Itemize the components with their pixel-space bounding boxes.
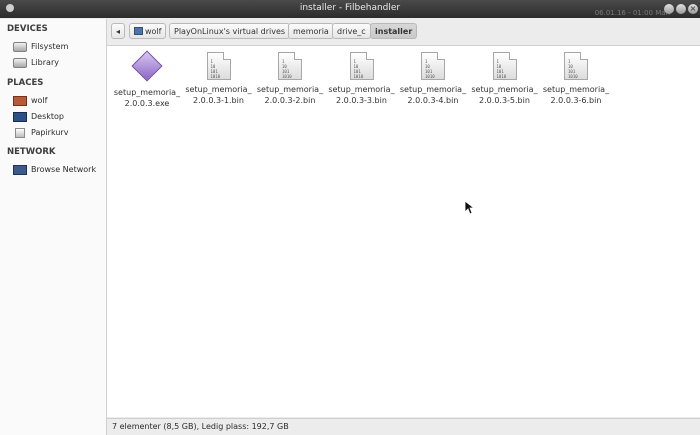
binary-file-icon: 1 10 101 1010 xyxy=(277,52,303,80)
title-bar[interactable]: installer - Filbehandler 06.01.16 - 01:0… xyxy=(0,0,700,18)
file-name-line1: setup_memoria_ xyxy=(542,85,610,94)
file-name-line1: setup_memoria_ xyxy=(113,88,181,97)
file-item[interactable]: 1 10 101 1010 setup_memoria_ 2.0.0.3-1.bin xyxy=(184,52,254,106)
devices-header: DEVICES xyxy=(7,24,48,34)
sidebar: DEVICES Filsystem Library PLACES wolf De… xyxy=(0,19,107,435)
exe-icon xyxy=(131,50,163,83)
home-icon xyxy=(134,27,143,35)
network-icon xyxy=(13,165,27,175)
breadcrumb-wolf[interactable]: wolf xyxy=(129,23,167,39)
sidebar-item-wolf[interactable]: wolf xyxy=(13,94,105,108)
binary-file-icon: 1 10 101 1010 xyxy=(349,52,375,80)
file-manager-window: installer - Filbehandler 06.01.16 - 01:0… xyxy=(0,0,700,435)
file-name-line1: setup_memoria_ xyxy=(185,85,252,94)
file-name-line2: 2.0.0.3-6.bin xyxy=(550,96,602,105)
desktop-icon xyxy=(13,112,27,122)
file-name-line2: 2.0.0.3-5.bin xyxy=(479,96,530,105)
sidebar-item-desktop[interactable]: Desktop xyxy=(13,110,105,124)
file-item[interactable]: 1 10 101 1010 setup_memoria_ 2.0.0.3-2.bin xyxy=(255,52,325,106)
panel-clock: 06.01.16 - 01:00 Man xyxy=(594,9,670,17)
file-name-line1: setup_memoria_ xyxy=(399,85,467,94)
home-folder-icon xyxy=(13,96,27,106)
file-name-line2: 2.0.0.3-2.bin xyxy=(264,96,316,105)
file-name-line2: 2.0.0.3-1.bin xyxy=(193,96,244,105)
breadcrumb-drive-c[interactable]: drive_c xyxy=(332,23,371,39)
file-item[interactable]: 1 10 101 1010 setup_memoria_ 2.0.0.3-5.bin xyxy=(470,52,540,106)
back-button[interactable]: ◂ xyxy=(111,23,125,39)
file-item[interactable]: 1 10 101 1010 setup_memoria_ 2.0.0.3-6.bin xyxy=(541,52,611,106)
binary-file-icon: 1 10 101 1010 xyxy=(563,52,589,80)
file-name-line2: 2.0.0.3-4.bin xyxy=(407,96,459,105)
sidebar-item-papirkurv[interactable]: Papirkurv xyxy=(13,126,105,140)
status-bar: 7 elementer (8,5 GB), Ledig plass: 192,7… xyxy=(107,418,700,435)
maximize-icon[interactable] xyxy=(676,4,686,14)
minimize-icon[interactable] xyxy=(664,4,674,14)
binary-file-icon: 1 10 101 1010 xyxy=(492,52,518,80)
places-header: PLACES xyxy=(7,78,44,88)
close-icon[interactable]: × xyxy=(688,4,698,14)
binary-file-icon: 1 10 101 1010 xyxy=(420,52,446,80)
breadcrumb-playonlinux[interactable]: PlayOnLinux's virtual drives xyxy=(169,23,291,39)
file-name-line1: setup_memoria_ xyxy=(471,85,538,94)
sidebar-item-filsystem[interactable]: Filsystem xyxy=(13,40,105,54)
binary-file-icon: 1 10 101 1010 xyxy=(206,52,232,80)
file-view[interactable]: setup_memoria_ 2.0.0.3.exe 1 10 101 1010 se… xyxy=(107,46,700,417)
drive-icon xyxy=(13,42,27,52)
file-item[interactable]: setup_memoria_ 2.0.0.3.exe xyxy=(112,50,182,109)
mouse-cursor-icon xyxy=(464,200,474,215)
sidebar-item-browse-network[interactable]: Browse Network xyxy=(13,163,105,177)
file-item[interactable]: 1 10 101 1010 setup_memoria_ 2.0.0.3-4.bin xyxy=(398,52,468,106)
trash-icon xyxy=(15,128,25,138)
file-name-line1: setup_memoria_ xyxy=(328,85,395,94)
drive-icon xyxy=(13,58,27,68)
file-name-line1: setup_memoria_ xyxy=(256,85,324,94)
network-header: NETWORK xyxy=(7,147,56,157)
sidebar-item-library[interactable]: Library xyxy=(13,56,105,70)
file-item[interactable]: 1 10 101 1010 setup_memoria_ 2.0.0.3-3.bin xyxy=(327,52,397,106)
file-name-line2: 2.0.0.3-3.bin xyxy=(336,96,387,105)
file-name-line2: 2.0.0.3.exe xyxy=(124,99,170,108)
breadcrumb-installer[interactable]: installer xyxy=(370,23,418,39)
breadcrumb-memoria[interactable]: memoria xyxy=(288,23,334,39)
